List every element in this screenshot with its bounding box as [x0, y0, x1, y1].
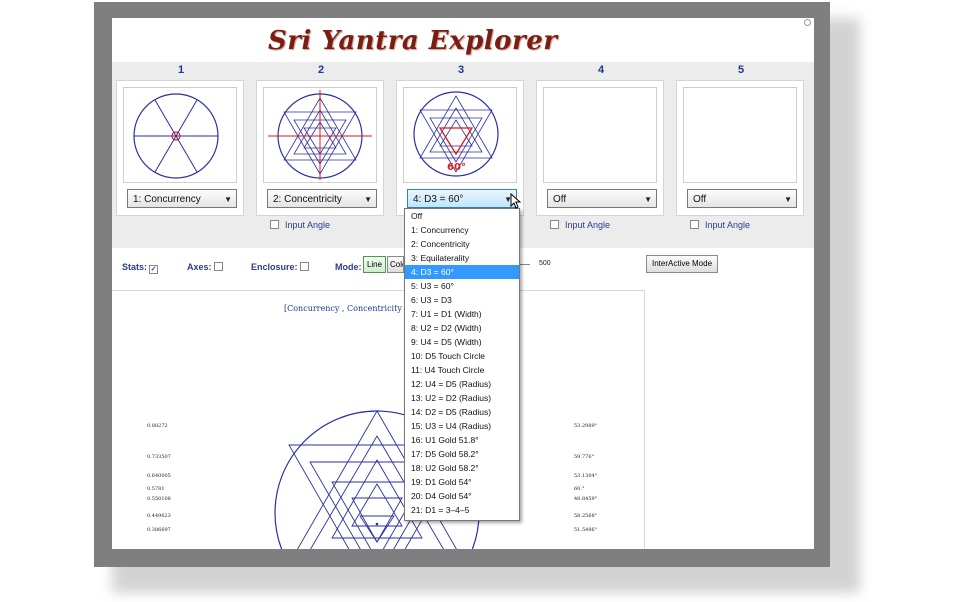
dropdown-option[interactable]: 18: U2 Gold 58.2° — [405, 461, 519, 475]
stat-left: 0.640005 — [147, 473, 171, 479]
dropdown-option[interactable]: 3: Equilaterality — [405, 251, 519, 265]
stat-right: 60.° — [574, 486, 585, 492]
dropdown-option[interactable]: 6: U3 = D3 — [405, 293, 519, 307]
dropdown-option[interactable]: 8: U2 = D2 (Width) — [405, 321, 519, 335]
chevron-down-icon: ▼ — [644, 195, 652, 204]
slot-5-select[interactable]: Off ▼ — [687, 189, 797, 208]
stat-right: 53.1304° — [574, 473, 598, 479]
slider-value: 500 — [539, 260, 551, 267]
stat-left: 0.88272 — [147, 423, 168, 429]
dropdown-option[interactable]: 20: D4 Gold 54° — [405, 489, 519, 503]
select-value: Off — [693, 194, 707, 205]
enclosure-checkbox[interactable] — [299, 262, 309, 271]
select-value: Off — [553, 194, 567, 205]
stat-right: 59.776° — [574, 454, 594, 460]
slot-2: 2: Concentricity ▼ — [256, 80, 384, 216]
slot-3-select[interactable]: 4: D3 = 60° ▼ — [407, 189, 517, 208]
dropdown-option[interactable]: 13: U2 = D2 (Radius) — [405, 391, 519, 405]
stat-left: 0.449623 — [147, 513, 171, 519]
stat-left: 0.733507 — [147, 454, 171, 460]
input-angle-checkbox[interactable]: Input Angle — [550, 220, 610, 230]
selection-dropdown-list[interactable]: Off 1: Concurrency 2: Concentricity 3: Equi… — [404, 208, 520, 521]
slot-number: 3 — [457, 64, 465, 76]
checkbox-icon[interactable] — [550, 220, 559, 229]
chevron-down-icon: ▼ — [364, 195, 372, 204]
axes-label: Axes: — [187, 262, 212, 272]
slot-1: 1: Concurrency ▼ — [116, 80, 244, 216]
stats-control[interactable]: Stats: ✓ — [122, 262, 159, 274]
input-angle-label: Input Angle — [285, 220, 331, 230]
dropdown-option[interactable]: 2: Concentricity — [405, 237, 519, 251]
dropdown-option[interactable]: 4: D3 = 60° — [405, 265, 519, 279]
stat-right: 53.2989° — [574, 423, 598, 429]
app-window: Sri Yantra Explorer 1 1: Concurrency ▼ 2 — [112, 18, 814, 549]
input-angle-label: Input Angle — [705, 220, 751, 230]
input-angle-checkbox[interactable]: Input Angle — [270, 220, 330, 230]
axes-control[interactable]: Axes: — [187, 262, 223, 272]
slot-number: 2 — [317, 64, 325, 76]
concurrency-figure — [133, 93, 219, 179]
mode-line-button[interactable]: Line — [363, 256, 386, 273]
slot-canvas — [683, 87, 797, 183]
stat-right: 58.2568° — [574, 513, 598, 519]
dropdown-option[interactable]: 5: U3 = 60° — [405, 279, 519, 293]
slot-4: Off ▼ — [536, 80, 664, 216]
stat-left: 0.5781 — [147, 486, 165, 492]
dropdown-option[interactable]: 19: D1 Gold 54° — [405, 475, 519, 489]
dropdown-option[interactable]: 11: U4 Touch Circle — [405, 363, 519, 377]
slot-2-select[interactable]: 2: Concentricity ▼ — [267, 189, 377, 208]
stat-right: 51.5486° — [574, 527, 598, 533]
d3-60-figure: 60° — [413, 91, 499, 177]
dropdown-option[interactable]: 21: D1 = 3–4–5 — [405, 503, 519, 517]
select-value: 4: D3 = 60° — [413, 194, 464, 205]
stat-left: 0.386697 — [147, 527, 171, 533]
slot-canvas: 60° — [403, 87, 517, 183]
input-angle-checkbox[interactable]: Input Angle — [690, 220, 750, 230]
slot-3: 60° 4: D3 = 60° ▼ — [396, 80, 524, 216]
dropdown-option[interactable]: 10: D5 Touch Circle — [405, 349, 519, 363]
checkbox-icon[interactable] — [690, 220, 699, 229]
mode-label: Mode: — [335, 262, 362, 272]
checkbox-icon[interactable] — [270, 220, 279, 229]
stats-label: Stats: — [122, 262, 148, 272]
dropdown-option[interactable]: 12: U4 = D5 (Radius) — [405, 377, 519, 391]
app-title: Sri Yantra Explorer — [268, 26, 558, 56]
slider-track[interactable] — [520, 264, 530, 265]
stat-left: 0.550108 — [147, 496, 171, 502]
slot-canvas — [123, 87, 237, 183]
dropdown-option[interactable]: 17: D5 Gold 58.2° — [405, 447, 519, 461]
dropdown-option[interactable]: 9: U4 = D5 (Width) — [405, 335, 519, 349]
interactive-mode-button[interactable]: InterActive Mode — [646, 255, 718, 273]
slot-5: Off ▼ — [676, 80, 804, 216]
enclosure-label: Enclosure: — [251, 262, 298, 272]
mode-color-button[interactable]: Colo — [387, 256, 404, 273]
dropdown-option[interactable]: 1: Concurrency — [405, 223, 519, 237]
mouse-cursor-icon — [510, 193, 522, 209]
chevron-down-icon: ▼ — [224, 195, 232, 204]
enclosure-control[interactable]: Enclosure: — [251, 262, 309, 272]
dropdown-option[interactable]: 15: U3 = U4 (Radius) — [405, 419, 519, 433]
stat-right: 48.8459° — [574, 496, 598, 502]
dropdown-option[interactable]: 14: D2 = D5 (Radius) — [405, 405, 519, 419]
slot-number: 4 — [597, 64, 605, 76]
dropdown-option[interactable]: Off — [405, 209, 519, 223]
slot-canvas — [263, 87, 377, 183]
dropdown-option[interactable]: 16: U1 Gold 51.8° — [405, 433, 519, 447]
input-angle-label: Input Angle — [565, 220, 611, 230]
dropdown-option[interactable]: 7: U1 = D1 (Width) — [405, 307, 519, 321]
angle-label: 60° — [447, 162, 466, 173]
close-icon[interactable] — [804, 19, 811, 26]
select-value: 2: Concentricity — [273, 194, 342, 205]
slot-number: 5 — [737, 64, 745, 76]
slot-canvas — [543, 87, 657, 183]
concentricity-figure — [268, 90, 372, 180]
slot-number: 1 — [177, 64, 185, 76]
formula-text: [Concurrency , Concentricity , D3 — [284, 304, 421, 313]
axes-checkbox[interactable] — [213, 262, 223, 271]
slot-4-select[interactable]: Off ▼ — [547, 189, 657, 208]
stats-checkbox[interactable]: ✓ — [149, 265, 159, 274]
slot-1-select[interactable]: 1: Concurrency ▼ — [127, 189, 237, 208]
select-value: 1: Concurrency — [133, 194, 201, 205]
chevron-down-icon: ▼ — [784, 195, 792, 204]
